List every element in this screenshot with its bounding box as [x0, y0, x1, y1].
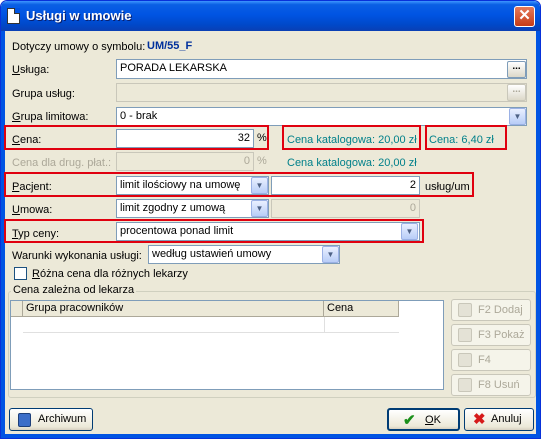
window-title: Usługi w umowie — [26, 8, 132, 23]
ok-button[interactable]: ✔ OK — [387, 408, 460, 431]
contract-limit-select[interactable]: limit zgodny z umową — [116, 199, 269, 218]
service-group-label: Grupa usług: — [12, 88, 75, 100]
grid-empty-row[interactable] — [23, 317, 399, 333]
conditions-select[interactable]: według ustawień umowy — [148, 245, 340, 264]
delete-button: F8 Usuń — [451, 374, 531, 396]
other-payer-price-input: 0 — [116, 152, 254, 171]
delete-icon — [458, 378, 472, 392]
contract-label: Dotyczy umowy o symbolu: — [12, 41, 146, 53]
limit-group-select[interactable]: 0 - brak — [116, 107, 527, 126]
doctor-price-group-title: Cena zależna od lekarza — [11, 284, 137, 296]
service-group-picker-button: ... — [507, 84, 526, 101]
patient-unit: usług/um — [425, 181, 470, 193]
dialog-window: Usługi w umowie ✕ Dotyczy umowy o symbol… — [0, 0, 541, 439]
patient-limit-dropdown-icon[interactable]: ▼ — [251, 177, 268, 194]
grid-column-header-price[interactable]: Cena — [324, 301, 399, 317]
contract-symbol: UM/55_F — [147, 40, 193, 52]
service-group-input — [116, 83, 527, 102]
service-label: Usługa: — [12, 64, 50, 76]
doctor-price-grid[interactable]: Grupa pracowników Cena — [10, 300, 444, 390]
cancel-button[interactable]: ✖ Anuluj — [464, 408, 534, 431]
contract-limit-label: Umowa: — [12, 204, 53, 216]
show-icon — [458, 328, 472, 342]
grid-row-indicator-header — [11, 301, 23, 317]
limit-group-label: Grupa limitowa: — [12, 111, 89, 123]
diff-price-checkbox-label: Różna cena dla różnych lekarzy — [32, 268, 188, 280]
patient-qty-input[interactable]: 2 — [271, 176, 420, 195]
contract-limit-dropdown-icon[interactable]: ▼ — [251, 200, 268, 217]
patient-limit-select[interactable]: limit ilościowy na umowę — [116, 176, 269, 195]
service-input[interactable]: PORADA LEKARSKA — [116, 59, 527, 79]
limit-group-dropdown-icon[interactable]: ▼ — [509, 108, 526, 125]
add-button: F2 Dodaj — [451, 299, 531, 321]
close-button[interactable]: ✕ — [514, 6, 535, 27]
show-button: F3 Pokaż — [451, 324, 531, 346]
other-payer-price-unit: % — [257, 155, 267, 167]
archive-button[interactable]: Archiwum — [9, 408, 93, 431]
price-type-label: Typ ceny: — [12, 228, 60, 240]
frame-bottom — [1, 434, 540, 438]
document-icon — [7, 8, 20, 24]
title-bar[interactable]: Usługi w umowie ✕ — [1, 1, 540, 31]
frame-right — [536, 31, 540, 438]
x-icon: ✖ — [473, 411, 486, 428]
grid-cell-divider — [324, 317, 325, 333]
edit-button: F4 Popraw — [451, 349, 531, 386]
diff-price-checkbox[interactable] — [14, 267, 27, 280]
archive-icon — [18, 413, 31, 427]
patient-label: Pacjent: — [12, 181, 52, 193]
edit-icon — [458, 353, 472, 367]
price-type-select[interactable]: procentowa ponad limit — [116, 222, 420, 241]
add-icon — [458, 303, 472, 317]
conditions-label: Warunki wykonania usługi: — [12, 250, 142, 262]
check-icon: ✔ — [403, 412, 416, 429]
grid-column-header-group[interactable]: Grupa pracowników — [23, 301, 324, 317]
price-label: Cena: — [12, 134, 42, 146]
service-picker-button[interactable]: ... — [507, 61, 526, 78]
conditions-dropdown-icon[interactable]: ▼ — [322, 246, 339, 263]
price-type-dropdown-icon[interactable]: ▼ — [401, 223, 418, 240]
catalog-price: Cena katalogowa: 20,00 zł — [287, 134, 417, 146]
price-unit: % — [257, 132, 267, 144]
frame-left — [1, 31, 5, 438]
computed-price: Cena: 6,40 zł — [429, 134, 494, 146]
price-input[interactable]: 32 — [116, 129, 254, 148]
other-payer-catalog-price: Cena katalogowa: 20,00 zł — [287, 157, 417, 169]
other-payer-price-label: Cena dla drug. płat.: — [12, 157, 112, 169]
contract-qty-input: 0 — [271, 199, 420, 218]
